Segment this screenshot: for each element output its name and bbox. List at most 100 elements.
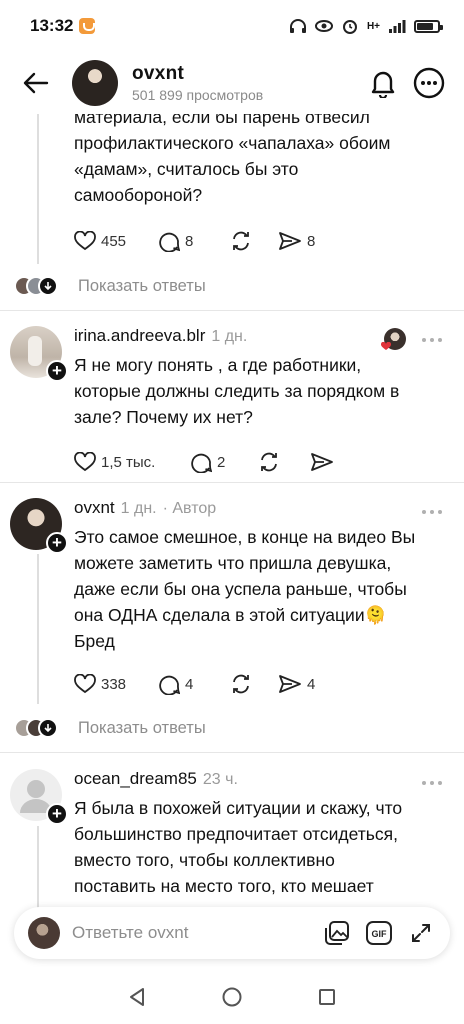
follow-plus-button[interactable]: + [46, 803, 68, 825]
comment-header: ocean_dream85 23 ч. [74, 769, 454, 789]
back-button[interactable] [18, 65, 54, 101]
comment-1-actions: 455 8 8 [74, 226, 315, 256]
reply-count: 4 [185, 675, 194, 693]
comment-1-text: материала, если бы парень отвесил профил… [74, 114, 454, 208]
status-icons: H+ [289, 18, 443, 34]
reply-input-bar[interactable]: Ответьте ovxnt GIF [14, 907, 450, 959]
author-info[interactable]: ovxnt 501 899 просмотров [132, 63, 354, 103]
home-circle-icon[interactable] [221, 986, 243, 1008]
comment-2-text: Я не могу понять , а где работники, кото… [74, 352, 444, 430]
text-line: самообороной? [74, 185, 203, 205]
comment-3-text: Это самое смешное, в конце на видео Вы м… [74, 524, 454, 654]
text-line: вместо того, чтобы коллективно [74, 850, 335, 870]
author-avatar[interactable] [72, 60, 118, 106]
repost-icon [233, 674, 249, 694]
comment-icon [191, 453, 212, 473]
liked-by-author-avatar [381, 328, 406, 350]
send-icon [279, 232, 301, 250]
status-bar: 13:32 H+ [0, 0, 464, 52]
text-line: Я была в похожей ситуации и скажу, что [74, 798, 403, 818]
follow-plus-button[interactable]: + [46, 360, 68, 382]
send-icon [279, 675, 301, 693]
reply-button[interactable]: 2 [190, 451, 258, 473]
more-options-button[interactable] [412, 66, 446, 100]
reply-count: 8 [185, 232, 194, 250]
thread-line [37, 554, 39, 704]
repost-icon [233, 231, 249, 251]
repost-button[interactable] [258, 451, 310, 473]
text-line: которые должны следить за порядком в [74, 381, 400, 401]
heart-icon [74, 674, 96, 694]
repost-button[interactable] [230, 230, 278, 252]
show-replies-3[interactable]: Показать ответы [14, 713, 206, 743]
reply-placeholder[interactable]: Ответьте ovxnt [72, 923, 310, 943]
heart-filled-icon [381, 342, 391, 350]
system-nav-bar [0, 970, 464, 1024]
comment-more-button[interactable] [422, 779, 446, 787]
comment-username[interactable]: ocean_dream85 [74, 769, 197, 789]
expand-button[interactable] [406, 918, 436, 948]
heart-icon [74, 452, 96, 472]
comment-more-button[interactable] [422, 508, 446, 516]
share-button[interactable] [310, 452, 334, 472]
view-count: 501 899 просмотров [132, 87, 264, 103]
reply-button[interactable]: 4 [158, 673, 230, 695]
gif-button[interactable]: GIF [364, 918, 394, 948]
author-label: · Автор [162, 500, 217, 517]
like-button[interactable]: 1,5 тыс. [74, 452, 190, 472]
comment-4: ocean_dream85 23 ч. Я была в похожей сит… [74, 769, 454, 899]
repost-button[interactable] [230, 673, 278, 695]
text-line: Я не могу понять , а где работники, [74, 355, 362, 375]
melting-face-emoji: 🫠 [364, 605, 387, 625]
follow-plus-button[interactable]: + [46, 532, 68, 554]
notification-badge-icon [79, 18, 96, 34]
comments-feed[interactable]: материала, если бы парень отвесил профил… [0, 114, 464, 910]
expand-icon [412, 924, 430, 942]
text-line: материала, если бы парень отвесил [74, 114, 370, 127]
back-triangle-icon[interactable] [127, 986, 147, 1008]
share-button[interactable]: 4 [278, 674, 315, 694]
like-button[interactable]: 338 [74, 674, 158, 694]
comment-3-actions: 338 4 4 [74, 669, 315, 699]
svg-text:GIF: GIF [372, 929, 388, 939]
headphones-icon [289, 19, 306, 33]
comment-more-button[interactable] [422, 336, 446, 344]
comment-username[interactable]: irina.andreeva.blr [74, 326, 205, 346]
text-line: зале? Почему их нет? [74, 407, 253, 427]
share-count: 8 [307, 232, 316, 250]
show-replies-label: Показать ответы [78, 718, 206, 737]
post-header: ovxnt 501 899 просмотров [0, 52, 464, 114]
text-line: профилактического «чапалаха» обоим [74, 133, 391, 153]
comment-2-actions: 1,5 тыс. 2 [74, 447, 334, 477]
arrow-down-icon [38, 718, 58, 738]
status-time: 13:32 [30, 16, 96, 36]
comment-4-text: Я была в похожей ситуации и скажу, что б… [74, 795, 454, 899]
alarm-icon [342, 20, 357, 34]
show-replies-1[interactable]: Показать ответы [14, 271, 206, 301]
repost-icon [261, 452, 277, 472]
share-button[interactable]: 8 [278, 231, 315, 251]
text-line: Это самое смешное, в конце на видео Вы [74, 527, 416, 547]
gif-icon: GIF [366, 921, 392, 945]
clock: 13:32 [30, 16, 74, 35]
like-button[interactable]: 455 [74, 231, 158, 251]
replier-avatars [14, 717, 74, 739]
comment-time: 23 ч. [202, 771, 238, 788]
arrow-down-icon [38, 276, 58, 296]
comment-username[interactable]: ovxnt [74, 498, 115, 518]
text-span: она ОДНА сделала в этой ситуации [74, 605, 365, 625]
comment-1: материала, если бы парень отвесил профил… [74, 114, 454, 208]
notifications-button[interactable] [366, 66, 400, 100]
replier-avatars [14, 275, 74, 297]
recents-square-icon[interactable] [317, 987, 337, 1007]
text-line: большинство предпочитает отсидеться, [74, 824, 398, 844]
gallery-button[interactable] [322, 918, 352, 948]
show-replies-label: Показать ответы [78, 276, 206, 295]
like-count: 1,5 тыс. [101, 453, 156, 471]
divider [0, 310, 464, 311]
reply-button[interactable]: 8 [158, 230, 230, 252]
send-icon [311, 453, 333, 471]
like-count: 455 [101, 232, 127, 250]
text-line: «дамам», считалось бы это [74, 159, 299, 179]
text-line: даже если бы она успела раньше, чтобы [74, 579, 407, 599]
